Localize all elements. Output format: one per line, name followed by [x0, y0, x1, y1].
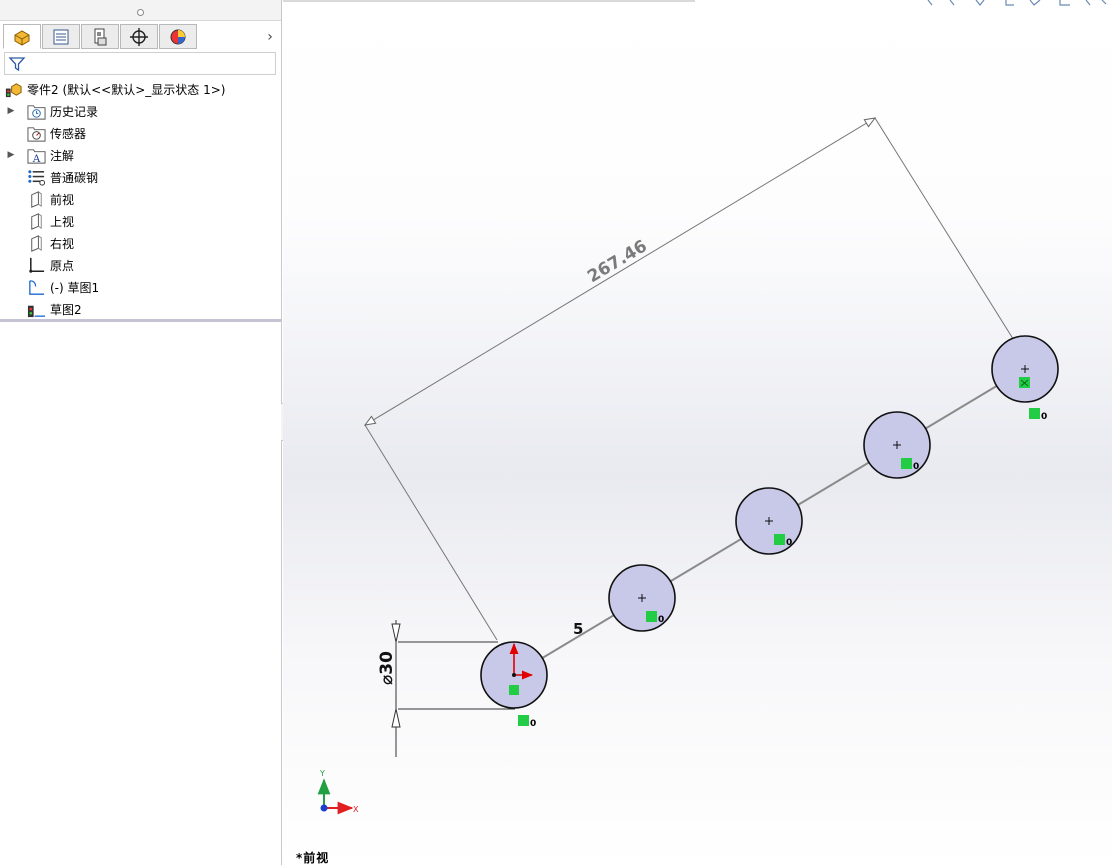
tree-item-label: 右视 [50, 236, 75, 251]
relation-count: 0 [913, 462, 919, 472]
dimension-arrow [391, 623, 401, 643]
dimxpert-icon [130, 27, 148, 46]
tree-item-label: (-) 草图1 [50, 280, 100, 295]
linear-dimension[interactable]: 267.46 [363, 117, 1021, 641]
display-manager-icon [170, 29, 186, 44]
sketch-rollback-icon [27, 305, 45, 317]
dimension-diameter-text[interactable]: ⌀30 [377, 651, 397, 685]
tree-item-sketch1[interactable]: (-) 草图1 [0, 276, 280, 298]
tree-item-label: 普通碳钢 [50, 170, 99, 185]
tree-item-front-plane[interactable]: 前视 [0, 188, 280, 210]
tree-item-label: 上视 [50, 214, 75, 229]
expand-arrow-icon[interactable]: ▶ [6, 100, 16, 122]
relation-count: 0 [658, 615, 664, 625]
sensor-folder-icon [26, 126, 46, 142]
tree-root-part[interactable]: 零件2 (默认<<默认>_显示状态 1>) [0, 78, 280, 100]
relation-count: 0 [530, 719, 536, 729]
featuremanager-tab[interactable] [3, 24, 41, 49]
extension-line [364, 424, 498, 641]
part-icon [5, 82, 22, 97]
configurationmanager-tab[interactable] [81, 24, 119, 49]
plane-icon [30, 212, 42, 230]
relation-marker [901, 458, 912, 469]
sketch-circle[interactable]: 0 [991, 335, 1059, 422]
tree-item-label: 前视 [50, 192, 75, 207]
sketch-circle[interactable]: 0 [608, 564, 676, 632]
plane-icon [30, 234, 42, 252]
sketch-circle[interactable]: 0 [735, 487, 803, 555]
pattern-count-text[interactable]: 5 [573, 620, 583, 638]
reference-triad: X Y [317, 769, 359, 815]
tree-item-annotations[interactable]: ▶ A 注解 [0, 144, 280, 166]
tree-item-label: 历史记录 [50, 104, 99, 119]
tree-item-material[interactable]: 普通碳钢 [0, 166, 280, 188]
dimension-length-text[interactable]: 267.46 [584, 236, 651, 287]
material-icon [27, 169, 45, 186]
relation-marker [646, 611, 657, 622]
dimxpert-tab[interactable] [120, 24, 158, 49]
plane-icon [30, 190, 42, 208]
history-folder-icon [26, 104, 46, 120]
tree-item-history[interactable]: ▶ 历史记录 [0, 100, 280, 122]
configuration-manager-icon [94, 28, 107, 45]
sketch-icon [28, 279, 44, 295]
tree-item-top-plane[interactable]: 上视 [0, 210, 280, 232]
panel-grip[interactable] [0, 0, 281, 21]
property-manager-icon [53, 29, 69, 44]
relation-marker [774, 534, 785, 545]
view-orientation-label: *前视 [296, 851, 330, 865]
tree-item-sketch2[interactable]: 草图2 [0, 298, 280, 320]
tree-item-sensors[interactable]: 传感器 [0, 122, 280, 144]
tree-item-label: 原点 [50, 258, 75, 273]
extension-line [874, 117, 1021, 351]
annotation-icon: A [26, 148, 46, 165]
relation-marker [1029, 408, 1040, 419]
tree-item-label: 传感器 [50, 126, 87, 141]
feature-manager-icon [14, 29, 30, 46]
origin-icon [28, 257, 44, 273]
triad-x-label: X [353, 805, 359, 814]
chevron-right-icon: › [267, 29, 273, 45]
tab-scroll-right-button[interactable]: › [262, 28, 278, 46]
filter-icon [8, 57, 26, 72]
rollback-bar[interactable] [0, 319, 281, 322]
relation-count: 0 [786, 538, 792, 548]
svg-text:A: A [31, 153, 40, 165]
relation-marker [518, 715, 529, 726]
tree-item-label: 注解 [50, 148, 75, 163]
grip-dot [137, 9, 144, 16]
triad-y-label: Y [319, 769, 325, 778]
tree-item-right-plane[interactable]: 右视 [0, 232, 280, 254]
expand-arrow-icon[interactable]: ▶ [6, 144, 16, 166]
circle-pattern[interactable]: 0 0 0 0 0 [480, 335, 1059, 729]
tree-root-label: 零件2 (默认<<默认>_显示状态 1>) [27, 82, 226, 97]
relation-marker [509, 685, 519, 695]
tree-item-origin[interactable]: 原点 [0, 254, 280, 276]
manager-tabs: › [0, 24, 281, 50]
display-manager-tab[interactable] [159, 24, 197, 49]
tree-item-label: 草图2 [50, 302, 82, 317]
dimension-arrow [391, 708, 401, 728]
sketch-canvas[interactable]: 267.46 ⌀30 5 0 0 0 0 0 X Y [283, 0, 1112, 865]
feature-manager-panel: › 零件2 (默认<<默认>_显示状态 1>) ▶ 历史记录 传感器 ▶ A 注… [0, 0, 282, 865]
relation-count: 0 [1041, 412, 1047, 422]
tree-filter-input[interactable] [4, 52, 276, 75]
sketch-circle[interactable]: 0 [863, 411, 931, 479]
propertymanager-tab[interactable] [42, 24, 80, 49]
